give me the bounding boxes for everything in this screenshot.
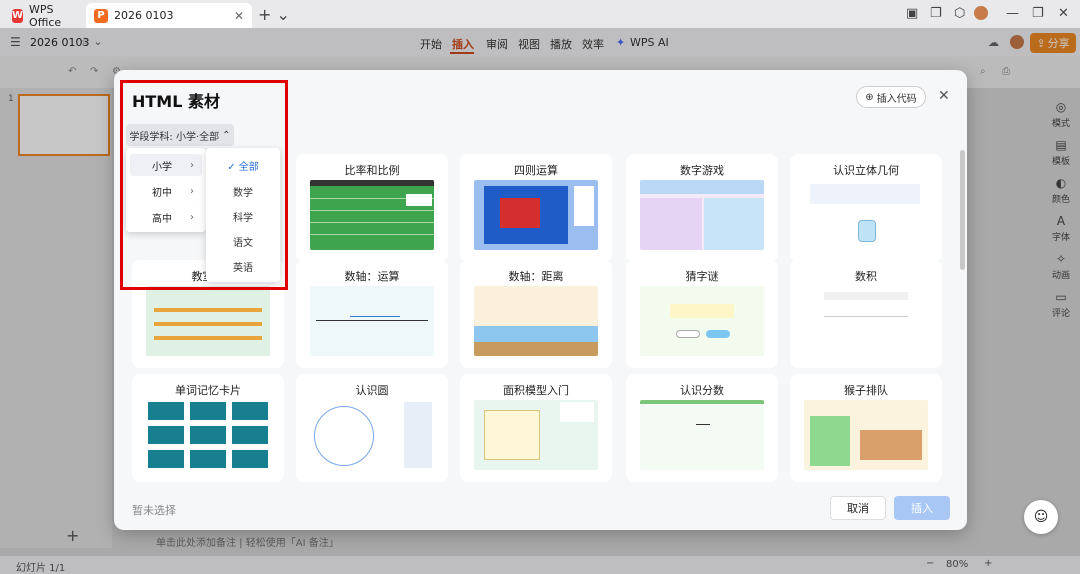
tab-wps-office[interactable]: W WPS Office	[4, 2, 82, 29]
material-card[interactable]: 数积	[790, 260, 942, 368]
card-title: 猴子排队	[844, 384, 888, 397]
material-card[interactable]: 比率和比例	[296, 154, 448, 262]
card-preview	[474, 180, 598, 250]
screenshot-icon[interactable]: ▣	[906, 6, 918, 21]
tab-label: 2026 0103	[114, 9, 174, 22]
highlight-annotation	[120, 80, 288, 290]
card-title: 单词记忆卡片	[175, 384, 241, 397]
card-preview	[640, 180, 764, 250]
card-preview	[310, 400, 434, 470]
card-title: 认识立体几何	[833, 164, 899, 177]
close-window-icon[interactable]: ✕	[1058, 6, 1069, 21]
close-dialog-icon[interactable]: ✕	[938, 88, 950, 104]
ai-assistant-icon[interactable]: ☺	[1024, 500, 1058, 534]
card-preview	[804, 180, 928, 250]
insert-code-button[interactable]: ⊕ 插入代码	[856, 86, 926, 108]
tab-document[interactable]: P 2026 0103 ✕	[86, 3, 252, 28]
card-preview	[804, 400, 928, 470]
tab-label: WPS Office	[29, 2, 62, 29]
presentation-logo-icon: P	[94, 8, 108, 23]
card-preview	[310, 180, 434, 250]
material-card[interactable]: 认识立体几何	[790, 154, 942, 262]
card-preview	[310, 286, 434, 356]
card-title: 猜字谜	[685, 270, 719, 283]
window-icon[interactable]: ❐	[930, 6, 942, 21]
card-title: 认识分数	[680, 384, 724, 397]
card-preview	[640, 400, 764, 470]
card-preview	[474, 286, 598, 356]
material-card[interactable]: 猴子排队	[790, 374, 942, 482]
avatar[interactable]	[974, 6, 988, 20]
material-card[interactable]: 四则运算	[460, 154, 612, 262]
card-preview	[474, 400, 598, 470]
restore-icon[interactable]: ❐	[1032, 6, 1044, 21]
card-preview	[146, 286, 270, 356]
cancel-button[interactable]: 取消	[830, 496, 886, 520]
new-tab-icon[interactable]: + ⌄	[258, 5, 290, 24]
card-preview	[146, 400, 270, 470]
material-card[interactable]: 猜字谜	[626, 260, 778, 368]
material-card[interactable]: 数轴：运算	[296, 260, 448, 368]
card-title: 数积	[855, 270, 877, 283]
material-card[interactable]: 认识圆	[296, 374, 448, 482]
window-tab-bar: W WPS Office P 2026 0103 ✕ + ⌄ ▣ ❐ ⬡ — ❐…	[0, 0, 1080, 29]
card-title: 比率和比例	[344, 164, 400, 177]
card-preview	[804, 286, 928, 356]
card-title: 数字游戏	[680, 164, 724, 177]
wps-logo-icon: W	[12, 8, 24, 23]
material-card[interactable]: 数轴：距离	[460, 260, 612, 368]
plus-circle-icon: ⊕	[865, 91, 874, 103]
card-title: 认识圆	[355, 384, 389, 397]
card-title: 面积模型入门	[503, 384, 569, 397]
material-card[interactable]: 单词记忆卡片	[132, 374, 284, 482]
scrollbar[interactable]	[960, 150, 965, 270]
selection-hint: 暂未选择	[132, 504, 176, 517]
card-preview	[640, 286, 764, 356]
material-card[interactable]: 认识分数	[626, 374, 778, 482]
card-title: 四则运算	[514, 164, 558, 177]
insert-button[interactable]: 插入	[894, 496, 950, 520]
card-title: 数轴：运算	[344, 270, 400, 283]
card-title: 数轴：距离	[508, 270, 564, 283]
cube-icon[interactable]: ⬡	[954, 6, 965, 21]
material-card[interactable]: 数字游戏	[626, 154, 778, 262]
minimize-icon[interactable]: —	[1006, 6, 1019, 21]
material-card[interactable]: 面积模型入门	[460, 374, 612, 482]
close-tab-icon[interactable]: ✕	[234, 9, 244, 23]
